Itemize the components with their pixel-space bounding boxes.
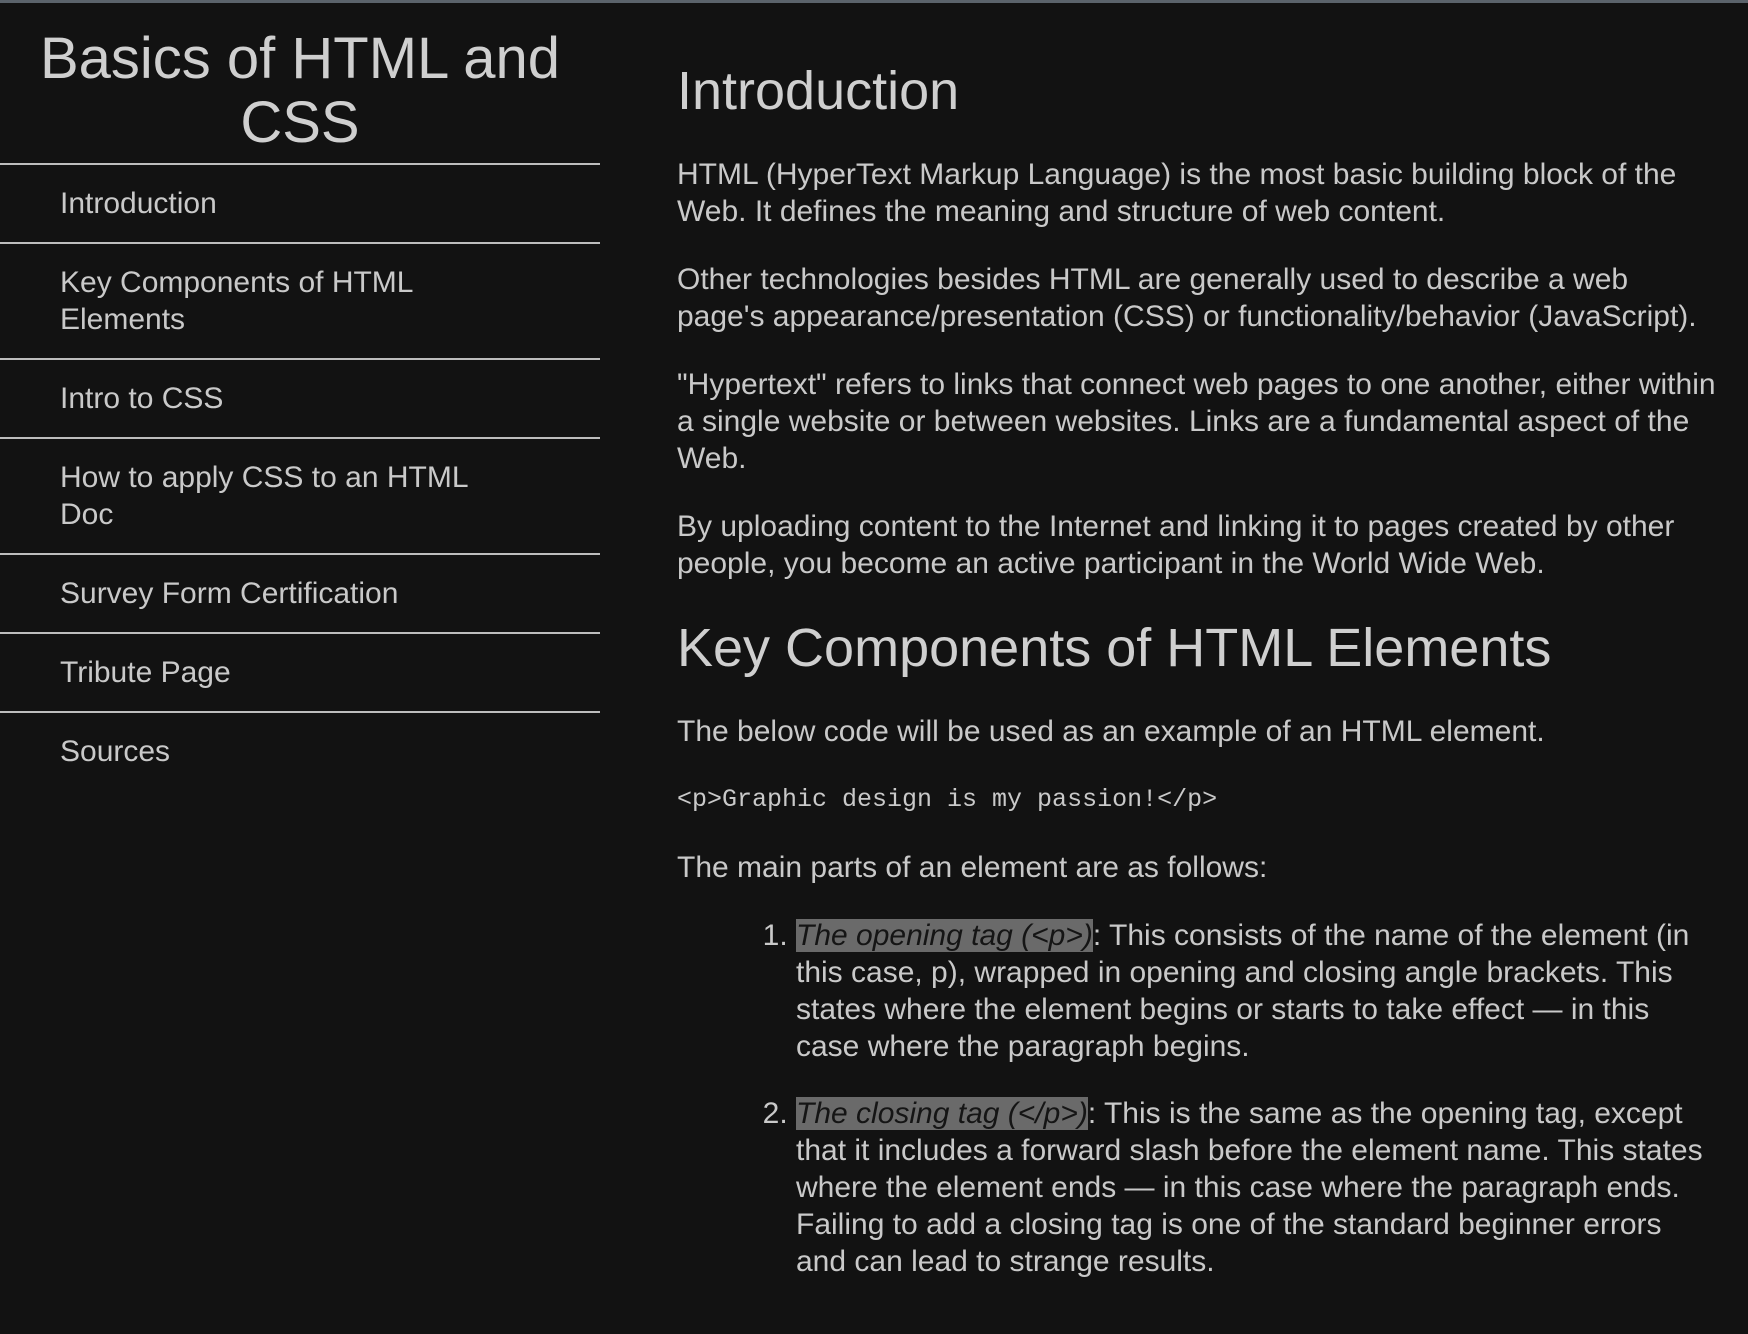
- nav-link-label: Tribute Page: [60, 656, 231, 689]
- nav-link-label: Intro to CSS: [60, 382, 224, 415]
- nav-list: Introduction Key Components of HTML Elem…: [0, 163, 600, 790]
- element-parts-list: The opening tag (<p>): This consists of …: [677, 917, 1717, 1280]
- section-title: Introduction: [677, 61, 960, 121]
- nav-link-survey-form[interactable]: Survey Form Certification: [0, 555, 600, 634]
- highlighted-term: The opening tag (<p>): [796, 919, 1093, 952]
- site-title: Basics of HTML and CSS: [39, 26, 561, 155]
- nav-link-apply-css[interactable]: How to apply CSS to an HTML Doc: [0, 439, 600, 555]
- code-example: <p>Graphic design is my passion!</p>: [677, 785, 1218, 814]
- paragraph: The below code will be used as an exampl…: [677, 715, 1545, 748]
- nav-link-label: Key Components of HTML Elements: [60, 266, 413, 336]
- nav-link-key-components[interactable]: Key Components of HTML Elements: [0, 244, 600, 360]
- list-item: The opening tag (<p>): This consists of …: [796, 917, 1717, 1065]
- paragraph: "Hypertext" refers to links that connect…: [677, 368, 1716, 475]
- paragraph: Other technologies besides HTML are gene…: [677, 263, 1697, 333]
- nav-link-label: How to apply CSS to an HTML Doc: [60, 461, 468, 531]
- nav-link-label: Introduction: [60, 187, 217, 220]
- highlighted-term: The closing tag (</p>): [796, 1097, 1088, 1130]
- nav-link-sources[interactable]: Sources: [0, 713, 600, 790]
- section-introduction: Introduction HTML (HyperText Markup Lang…: [677, 60, 1717, 582]
- main-content: Introduction HTML (HyperText Markup Lang…: [677, 3, 1717, 1310]
- list-item: The closing tag (</p>): This is the same…: [796, 1095, 1717, 1280]
- nav-link-introduction[interactable]: Introduction: [0, 165, 600, 244]
- section-key-components: Key Components of HTML Elements The belo…: [677, 617, 1717, 1280]
- paragraph: By uploading content to the Internet and…: [677, 510, 1675, 580]
- paragraph: HTML (HyperText Markup Language) is the …: [677, 158, 1677, 228]
- sidebar-nav: Basics of HTML and CSS Introduction Key …: [0, 3, 600, 790]
- nav-link-label: Survey Form Certification: [60, 577, 399, 610]
- nav-link-intro-to-css[interactable]: Intro to CSS: [0, 360, 600, 439]
- nav-link-tribute-page[interactable]: Tribute Page: [0, 634, 600, 713]
- paragraph: The main parts of an element are as foll…: [677, 851, 1268, 884]
- nav-link-label: Sources: [60, 735, 171, 768]
- section-title: Key Components of HTML Elements: [677, 618, 1552, 678]
